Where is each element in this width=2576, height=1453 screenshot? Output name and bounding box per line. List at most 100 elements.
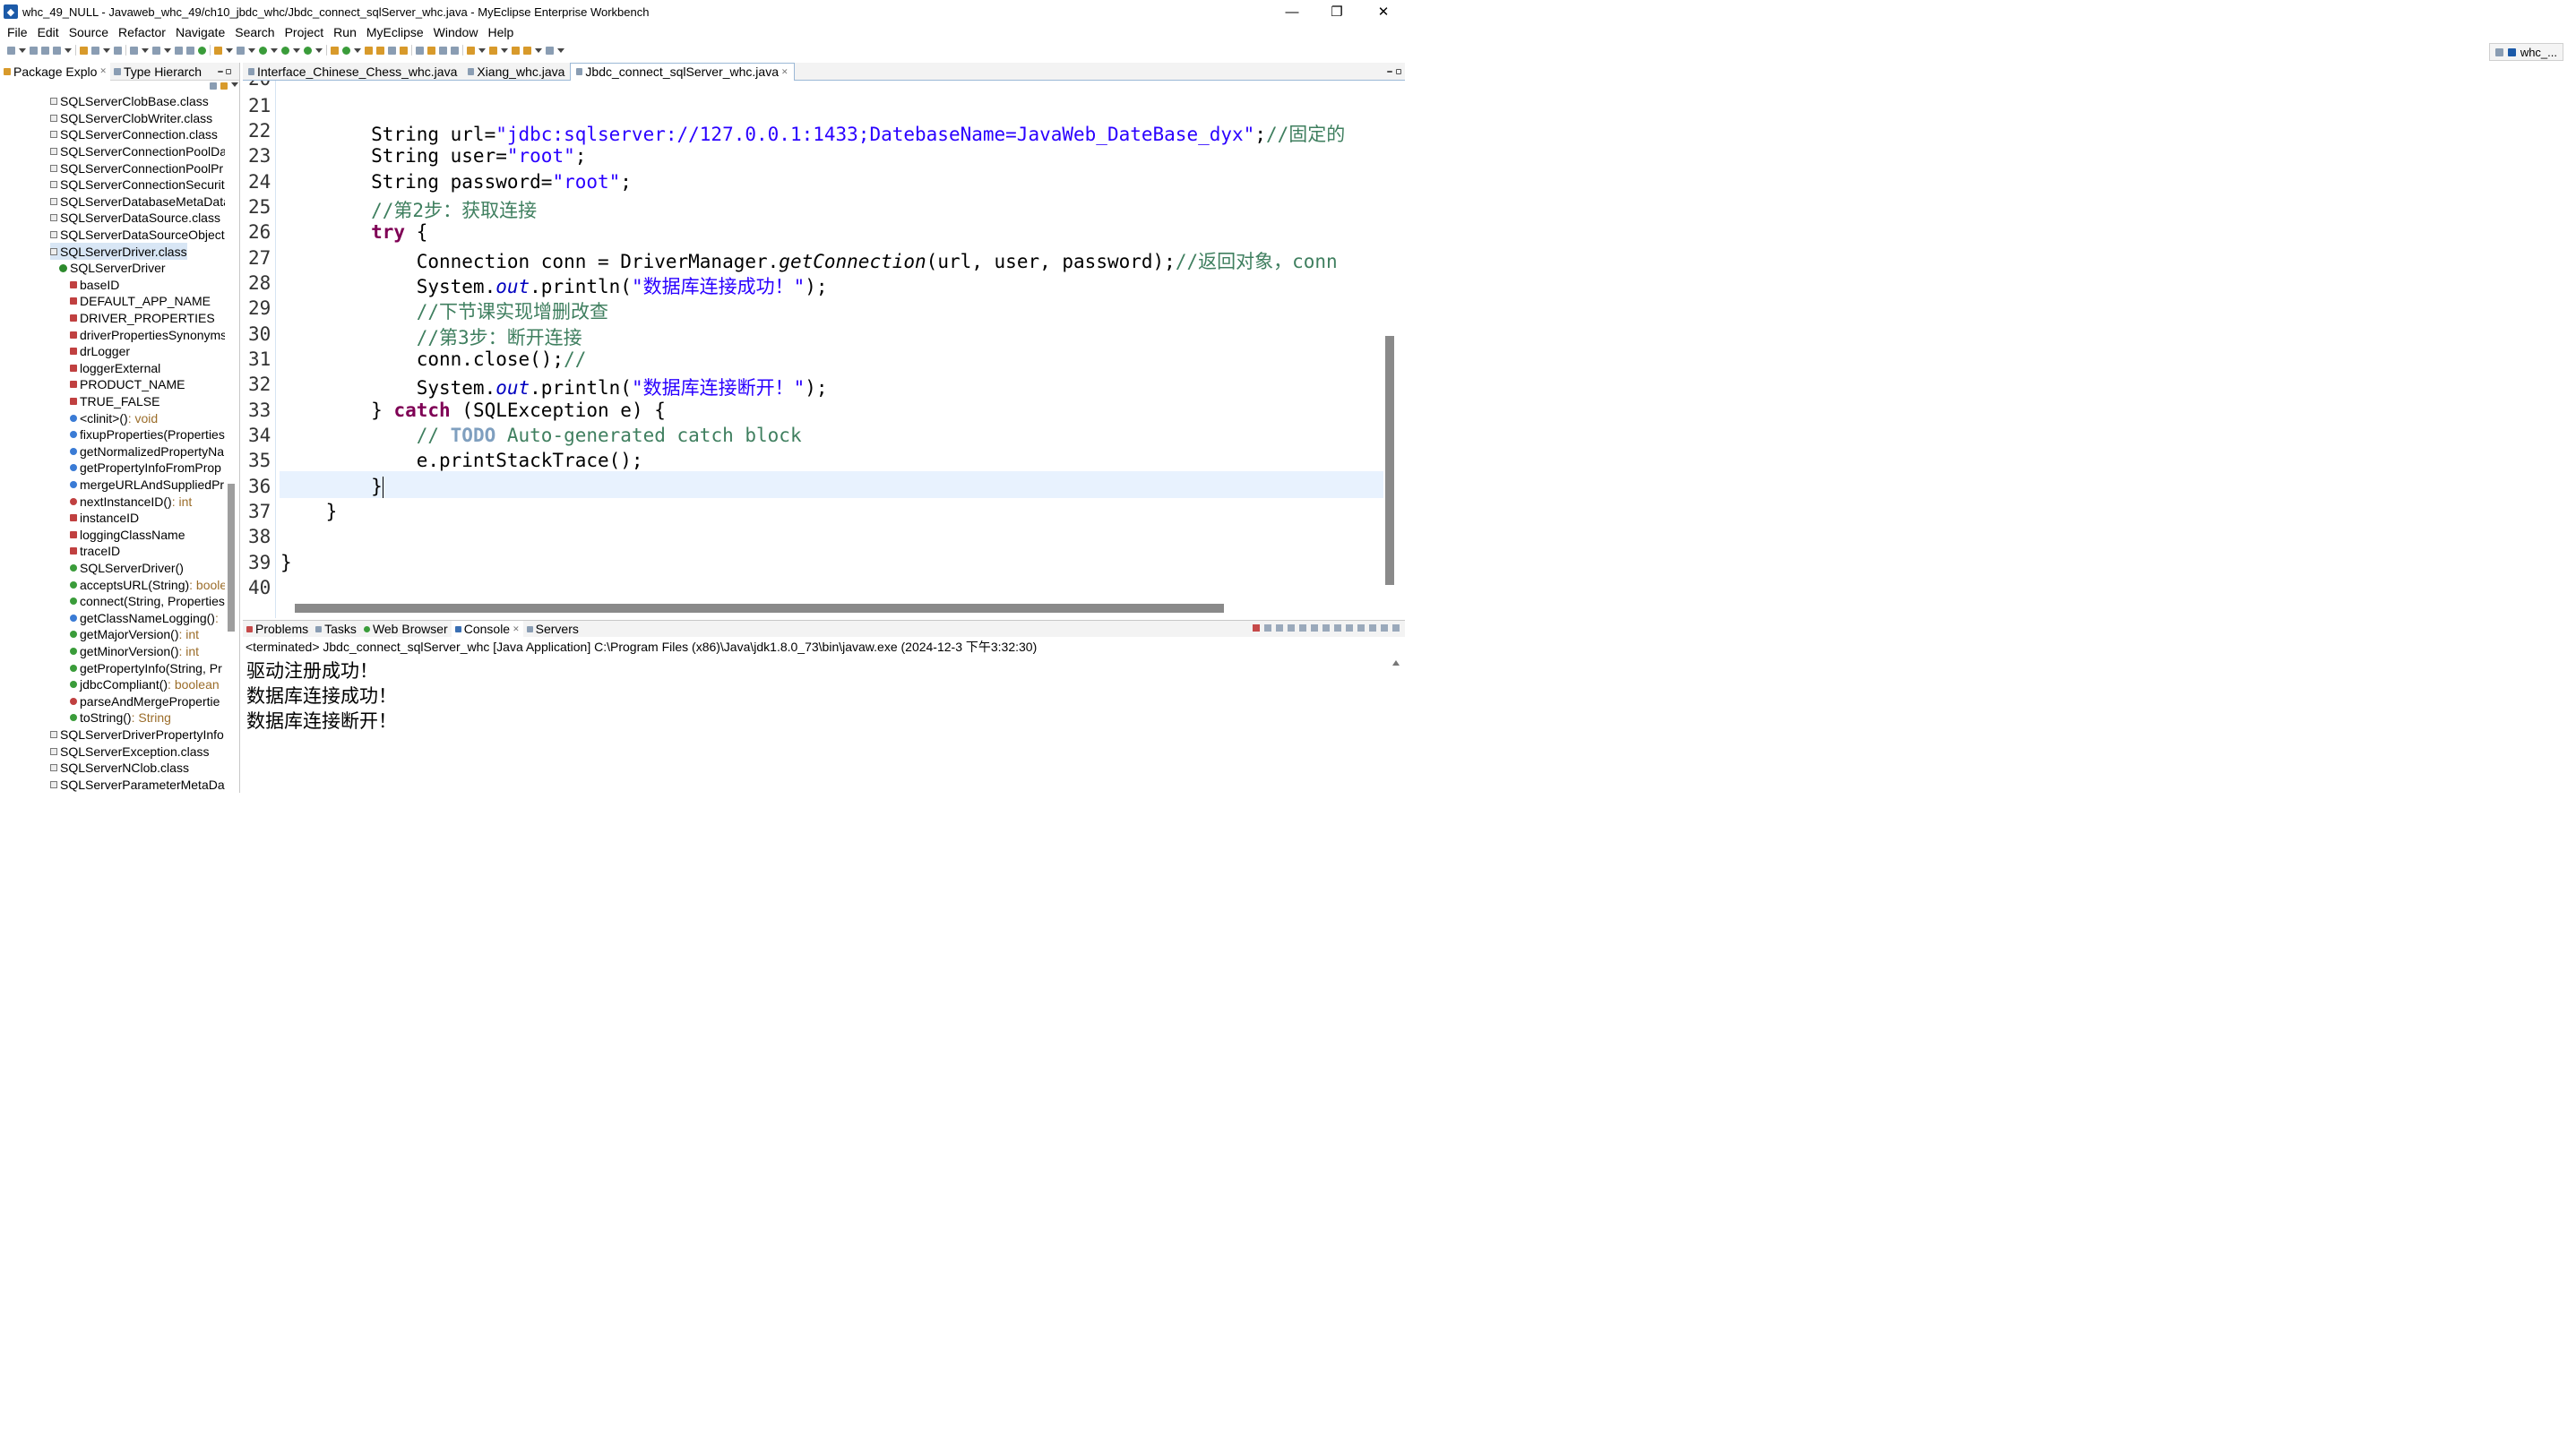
close-icon[interactable]: ✕: [513, 624, 520, 634]
tree-scrollbar[interactable]: [228, 484, 235, 632]
tree-item[interactable]: SQLServerParameterMetaDat: [50, 777, 225, 793]
close-icon[interactable]: ✕: [99, 66, 107, 76]
menu-myeclipse[interactable]: MyEclipse: [366, 25, 424, 39]
tree-item[interactable]: loggingClassName: [70, 527, 185, 544]
maximize-panel-icon[interactable]: [1392, 624, 1400, 632]
clear-console-icon[interactable]: [1288, 624, 1295, 632]
tree-item[interactable]: SQLServerException.class: [50, 743, 210, 760]
tree-item[interactable]: TRUE_FALSE: [70, 393, 159, 410]
tree-item[interactable]: getPropertyInfo(String, Pr: [70, 659, 222, 676]
tree-item[interactable]: SQLServerDataSource.class: [50, 210, 220, 227]
terminate-icon[interactable]: [1253, 624, 1260, 632]
tree-item[interactable]: connect(String, Properties: [70, 593, 225, 610]
tree-item[interactable]: parseAndMergePropertie: [70, 693, 220, 710]
menu-source[interactable]: Source: [69, 25, 108, 39]
minimize-button[interactable]: —: [1271, 0, 1314, 23]
dropdown-icon[interactable]: [478, 47, 486, 53]
new-icon[interactable]: [7, 46, 15, 55]
tree-item[interactable]: SQLServerConnectionPoolDa: [50, 143, 225, 160]
editor-horizontal-scrollbar[interactable]: [295, 604, 1224, 613]
server-icon[interactable]: [114, 46, 122, 55]
tree-item[interactable]: drLogger: [70, 343, 130, 360]
minimize-panel-icon[interactable]: [218, 70, 224, 73]
close-button[interactable]: ✕: [1362, 0, 1405, 23]
tree-item[interactable]: SQLServerDriver.class: [50, 243, 187, 260]
annotation-icon[interactable]: [400, 46, 408, 55]
nav-forward-icon[interactable]: [546, 46, 554, 55]
show-console-stderr-icon[interactable]: [1334, 624, 1341, 632]
menu-file[interactable]: File: [7, 25, 28, 39]
perspective-switcher[interactable]: whc_...: [2488, 43, 2563, 61]
forward-icon[interactable]: [523, 46, 531, 55]
tree-item[interactable]: getClassNameLogging() :: [70, 610, 219, 627]
tab-type-hierarchy[interactable]: Type Hierarch: [110, 63, 205, 81]
dropdown-icon[interactable]: [103, 47, 110, 53]
back-icon[interactable]: [512, 46, 520, 55]
tree-item[interactable]: SQLServerClobBase.class: [50, 93, 209, 110]
tab-web-browser[interactable]: Web Browser: [360, 621, 452, 637]
deploy-icon[interactable]: [130, 46, 138, 55]
tree-item[interactable]: getNormalizedPropertyNa: [70, 443, 224, 460]
tab-interface-chinese-chess[interactable]: Interface_Chinese_Chess_whc.java: [243, 63, 462, 81]
highlight-icon[interactable]: [427, 46, 435, 55]
tree-item[interactable]: getMajorVersion() : int: [70, 626, 199, 643]
tree-item[interactable]: PRODUCT_NAME: [70, 376, 185, 393]
dropdown-icon[interactable]: [557, 47, 564, 53]
remove-launch-icon[interactable]: [1264, 624, 1271, 632]
external-tools-icon[interactable]: [304, 46, 312, 55]
tree-item[interactable]: baseID: [70, 277, 119, 294]
tree-item[interactable]: SQLServerConnectionPoolPr: [50, 159, 223, 176]
tree-item[interactable]: SQLServerDriverPropertyInfo: [50, 726, 224, 744]
image-icon[interactable]: [237, 46, 245, 55]
print-icon[interactable]: [53, 46, 61, 55]
tab-xiang-whc[interactable]: Xiang_whc.java: [462, 63, 570, 81]
save-all-icon[interactable]: [41, 46, 49, 55]
open-type-icon[interactable]: [331, 46, 339, 55]
link-editor-icon[interactable]: [220, 82, 228, 90]
tree-item[interactable]: SQLServerDriver: [59, 260, 166, 277]
menu-navigate[interactable]: Navigate: [176, 25, 225, 39]
tree-item[interactable]: SQLServerDataSourceObjectI: [50, 227, 225, 244]
tree-item[interactable]: SQLServerConnection.class: [50, 126, 218, 143]
scroll-up-arrow-icon[interactable]: [1392, 660, 1400, 666]
tree-item[interactable]: getPropertyInfoFromProp: [70, 460, 221, 477]
run-icon[interactable]: [281, 46, 289, 55]
dropdown-icon[interactable]: [164, 47, 171, 53]
menu-help[interactable]: Help: [487, 25, 513, 39]
web-icon[interactable]: [186, 46, 194, 55]
browser-icon[interactable]: [152, 46, 160, 55]
dropdown-icon[interactable]: [65, 47, 72, 53]
prev-annotation-icon[interactable]: [489, 46, 497, 55]
save-icon[interactable]: [30, 46, 38, 55]
class-icon[interactable]: [91, 46, 99, 55]
tree-item[interactable]: instanceID: [70, 510, 139, 527]
menu-edit[interactable]: Edit: [38, 25, 59, 39]
tab-problems[interactable]: Problems: [243, 621, 312, 637]
tree-item[interactable]: traceID: [70, 543, 120, 560]
display-console-icon[interactable]: [1357, 624, 1365, 632]
tab-servers[interactable]: Servers: [523, 621, 582, 637]
dropdown-icon[interactable]: [142, 47, 149, 53]
restore-button[interactable]: ❐: [1315, 0, 1358, 23]
tree-item[interactable]: SQLServerDriver(): [70, 560, 184, 577]
dropdown-icon[interactable]: [501, 47, 508, 53]
open-console-icon[interactable]: [1369, 624, 1376, 632]
database-icon[interactable]: [175, 46, 183, 55]
view-menu-icon[interactable]: [231, 82, 238, 87]
dropdown-icon[interactable]: [248, 47, 255, 53]
tab-console[interactable]: Console ✕: [451, 621, 523, 637]
minimize-panel-icon[interactable]: [1381, 624, 1388, 632]
package-icon[interactable]: [80, 46, 88, 55]
tab-tasks[interactable]: Tasks: [312, 621, 360, 637]
tree-item[interactable]: <clinit>() : void: [70, 409, 158, 426]
tree-item[interactable]: DRIVER_PROPERTIES: [70, 310, 215, 327]
debug-icon[interactable]: [259, 46, 267, 55]
menu-project[interactable]: Project: [285, 25, 324, 39]
dropdown-icon[interactable]: [535, 47, 542, 53]
dropdown-icon[interactable]: [226, 47, 233, 53]
marker-icon[interactable]: [388, 46, 396, 55]
tree-item[interactable]: SQLServerNClob.class: [50, 760, 189, 777]
tree-item[interactable]: mergeURLAndSuppliedPr: [70, 477, 224, 494]
close-icon[interactable]: ✕: [781, 67, 788, 77]
show-whitespace-icon[interactable]: [451, 46, 459, 55]
